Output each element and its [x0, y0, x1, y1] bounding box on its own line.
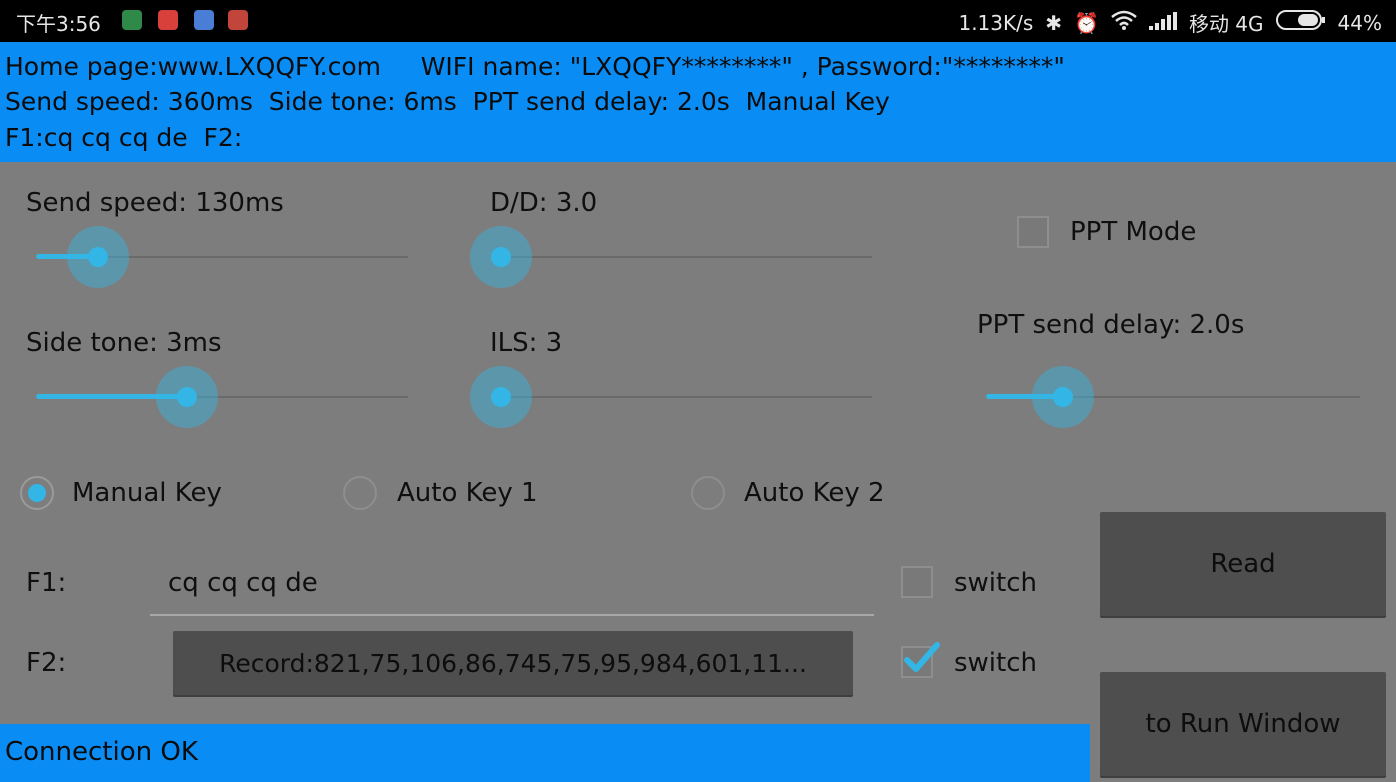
dd-label: D/D: 3.0: [490, 188, 598, 218]
f2-switch-label: switch: [954, 648, 1038, 678]
banner-line-1: Home page:www.LXQQFY.com WIFI name: "LXQ…: [5, 52, 1065, 81]
wifi-icon: [1111, 10, 1137, 35]
wifi-app-icon: [228, 10, 248, 30]
shield-app-icon: [122, 10, 142, 30]
run-window-button[interactable]: to Run Window: [1100, 672, 1386, 776]
banner-line-2: Send speed: 360ms Side tone: 6ms PPT sen…: [5, 87, 890, 116]
ils-label: ILS: 3: [490, 328, 563, 358]
send-speed-slider[interactable]: [36, 226, 408, 288]
carrier: 移动 4G: [1188, 12, 1264, 36]
radio-auto-key-2[interactable]: [691, 476, 725, 510]
alarm-icon: ⏰: [1074, 10, 1099, 35]
ils-slider[interactable]: [470, 366, 872, 428]
f1-switch-checkbox[interactable]: [901, 566, 933, 598]
checkmark-icon: [904, 642, 940, 672]
f2-switch-checkbox[interactable]: [901, 642, 940, 678]
read-button[interactable]: Read: [1100, 512, 1386, 616]
side-tone-slider[interactable]: [36, 366, 408, 428]
weibo-app-icon: [158, 10, 178, 30]
info-banner: Home page:www.LXQQFY.com WIFI name: "LXQ…: [0, 42, 1396, 162]
f1-input-value: cq cq cq de: [168, 568, 318, 598]
f1-input[interactable]: cq cq cq de: [150, 560, 874, 616]
battery-percent: 44%: [1337, 10, 1382, 35]
record-button[interactable]: Record:821,75,106,86,745,75,95,984,601,1…: [173, 631, 853, 695]
net-speed: 1.13K/s: [958, 10, 1034, 35]
banner-line-3: F1:cq cq cq de F2:: [5, 123, 243, 152]
signal-icon: [1148, 11, 1177, 35]
connection-status-bar: Connection OK: [0, 724, 1090, 782]
f1-switch-label: switch: [954, 568, 1038, 598]
f1-label: F1:: [26, 568, 67, 598]
bluetooth-icon: ✱: [1045, 10, 1063, 35]
ppt-delay-slider[interactable]: [986, 366, 1360, 428]
radio-auto-key-2-label: Auto Key 2: [744, 478, 885, 508]
clock: 下午3:56: [16, 12, 101, 36]
battery-icon: [1275, 10, 1326, 35]
radio-auto-key-1[interactable]: [343, 476, 377, 510]
chat-app-icon: [194, 10, 214, 30]
radio-manual-key[interactable]: [20, 476, 54, 510]
radio-manual-key-label: Manual Key: [72, 478, 222, 508]
ppt-mode-checkbox[interactable]: [1017, 216, 1049, 248]
dd-slider[interactable]: [470, 226, 872, 288]
f2-label: F2:: [26, 648, 67, 678]
send-speed-label: Send speed: 130ms: [26, 188, 284, 218]
ppt-mode-label: PPT Mode: [1070, 217, 1197, 247]
ppt-delay-label: PPT send delay: 2.0s: [977, 310, 1245, 340]
connection-status: Connection OK: [5, 737, 198, 767]
side-tone-label: Side tone: 3ms: [26, 328, 222, 358]
radio-auto-key-1-label: Auto Key 1: [397, 478, 538, 508]
status-bar: 下午3:56 1.13K/s ✱ ⏰ 移动 4G 44%: [0, 0, 1396, 42]
